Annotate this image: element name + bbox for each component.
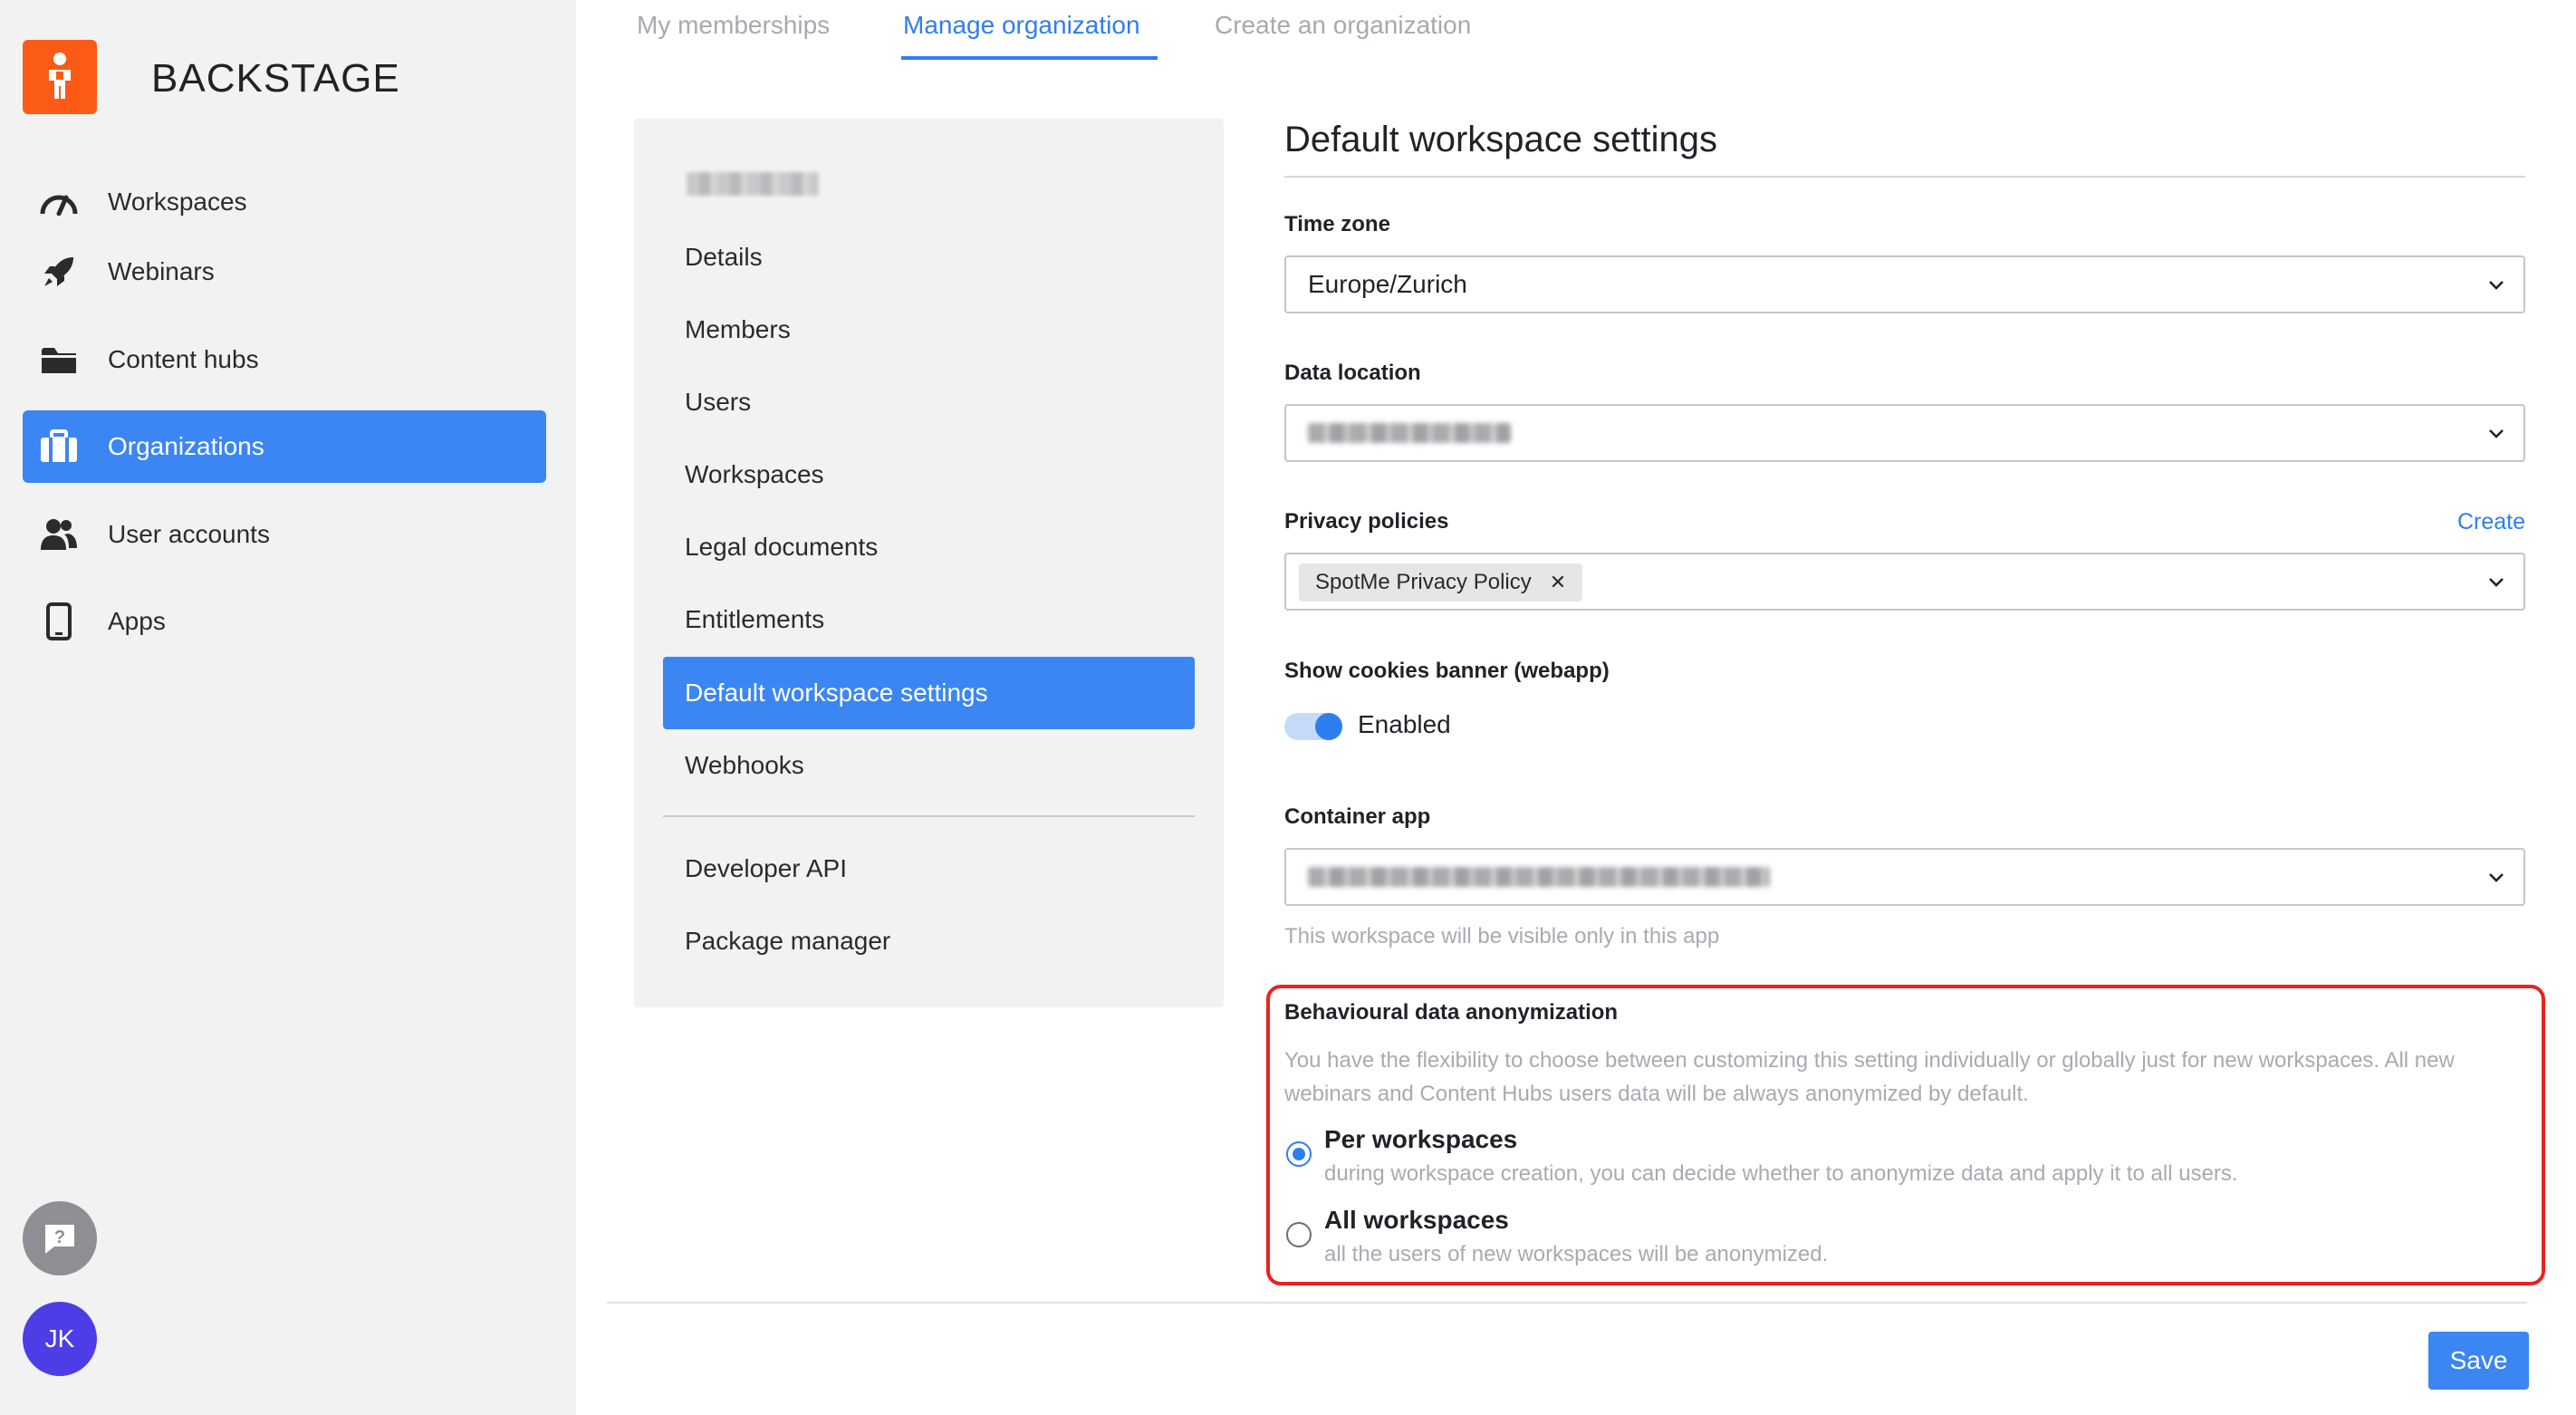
- sidebar-item-user-accounts[interactable]: User accounts: [23, 498, 546, 571]
- data-location-value-redacted: [1308, 423, 1511, 443]
- svg-text:?: ?: [54, 1227, 65, 1247]
- time-zone-label: Time zone: [1284, 212, 1390, 236]
- settings-nav-members[interactable]: Members: [663, 294, 1195, 366]
- chevron-down-icon: [2489, 873, 2504, 882]
- settings-nav-developer-api[interactable]: Developer API: [663, 833, 1195, 905]
- remove-tag-icon[interactable]: ✕: [1550, 571, 1566, 594]
- all-workspaces-title: All workspaces: [1324, 1206, 1509, 1234]
- page-title: Default workspace settings: [1284, 120, 1718, 159]
- sidebar-item-label: Workspaces: [108, 188, 247, 216]
- briefcase-icon: [23, 429, 95, 464]
- help-button[interactable]: ?: [23, 1201, 97, 1275]
- tab-create-organization[interactable]: Create an organization: [1215, 11, 1471, 40]
- sidebar-item-label: Apps: [108, 607, 166, 635]
- cookies-banner-state: Enabled: [1358, 710, 1451, 738]
- chevron-down-icon: [2489, 281, 2504, 290]
- sidebar: BACKSTAGE Workspaces Webinars Content hu…: [0, 0, 576, 1415]
- phone-icon: [23, 602, 95, 640]
- time-zone-select[interactable]: Europe/Zurich: [1284, 255, 2525, 313]
- title-divider: [1284, 176, 2525, 178]
- settings-nav-workspaces[interactable]: Workspaces: [663, 438, 1195, 511]
- chevron-down-icon: [2489, 429, 2504, 438]
- help-chat-icon: ?: [45, 1225, 74, 1254]
- anonymization-description: You have the flexibility to choose betwe…: [1284, 1048, 2455, 1106]
- cookies-banner-label: Show cookies banner (webapp): [1284, 659, 1610, 683]
- sidebar-item-apps[interactable]: Apps: [23, 585, 546, 658]
- sidebar-item-label: Webinars: [108, 257, 215, 285]
- gauge-icon: [23, 188, 95, 216]
- time-zone-value: Europe/Zurich: [1308, 270, 1467, 298]
- create-privacy-policy-link[interactable]: Create: [2457, 509, 2525, 535]
- users-icon: [23, 517, 95, 552]
- radio-all-workspaces[interactable]: [1286, 1222, 1312, 1247]
- settings-nav-entitlements[interactable]: Entitlements: [663, 583, 1195, 656]
- settings-nav-legal-documents[interactable]: Legal documents: [663, 511, 1195, 583]
- chevron-down-icon: [2489, 578, 2504, 587]
- sidebar-item-label: Content hubs: [108, 345, 259, 373]
- container-app-value-redacted: [1308, 867, 1770, 887]
- footer-divider: [607, 1302, 2527, 1304]
- settings-nav-default-workspace-settings[interactable]: Default workspace settings: [663, 657, 1195, 729]
- active-tab-indicator: [901, 56, 1158, 60]
- settings-nav-divider: [663, 815, 1195, 817]
- radio-per-workspaces[interactable]: [1286, 1141, 1312, 1167]
- rocket-icon: [23, 254, 95, 290]
- settings-nav-webhooks[interactable]: Webhooks: [663, 729, 1195, 802]
- per-workspaces-description: during workspace creation, you can decid…: [1324, 1161, 2238, 1186]
- sidebar-item-content-hubs[interactable]: Content hubs: [23, 323, 546, 396]
- tab-manage-organization[interactable]: Manage organization: [903, 11, 1140, 40]
- container-app-select[interactable]: [1284, 848, 2525, 906]
- save-button[interactable]: Save: [2428, 1332, 2529, 1390]
- sidebar-item-label: User accounts: [108, 520, 270, 548]
- person-logo-icon: [49, 53, 71, 99]
- privacy-policy-tag: SpotMe Privacy Policy ✕: [1299, 563, 1583, 602]
- sidebar-item-webinars[interactable]: Webinars: [23, 236, 546, 308]
- organization-name-redacted: [687, 172, 819, 196]
- tab-my-memberships[interactable]: My memberships: [637, 11, 830, 40]
- sidebar-item-label: Organizations: [108, 432, 264, 460]
- anonymization-label: Behavioural data anonymization: [1284, 1000, 1619, 1025]
- sidebar-item-organizations[interactable]: Organizations: [23, 410, 546, 483]
- privacy-policy-tag-label: SpotMe Privacy Policy: [1315, 570, 1532, 594]
- data-location-select[interactable]: [1284, 404, 2525, 462]
- privacy-policies-label: Privacy policies: [1284, 509, 1449, 534]
- folder-icon: [23, 344, 95, 375]
- container-app-hint: This workspace will be visible only in t…: [1284, 924, 1720, 948]
- per-workspaces-title: Per workspaces: [1324, 1125, 1518, 1153]
- sidebar-item-workspaces[interactable]: Workspaces: [23, 166, 546, 238]
- toggle-knob: [1315, 713, 1342, 740]
- all-workspaces-description: all the users of new workspaces will be …: [1324, 1242, 1829, 1266]
- container-app-label: Container app: [1284, 804, 1431, 829]
- user-avatar[interactable]: JK: [23, 1302, 97, 1376]
- settings-nav-package-manager[interactable]: Package manager: [663, 905, 1195, 977]
- backstage-logo[interactable]: [23, 40, 97, 114]
- settings-nav-details[interactable]: Details: [663, 221, 1195, 294]
- settings-nav-users[interactable]: Users: [663, 366, 1195, 438]
- data-location-label: Data location: [1284, 361, 1421, 385]
- brand-name: BACKSTAGE: [151, 56, 400, 101]
